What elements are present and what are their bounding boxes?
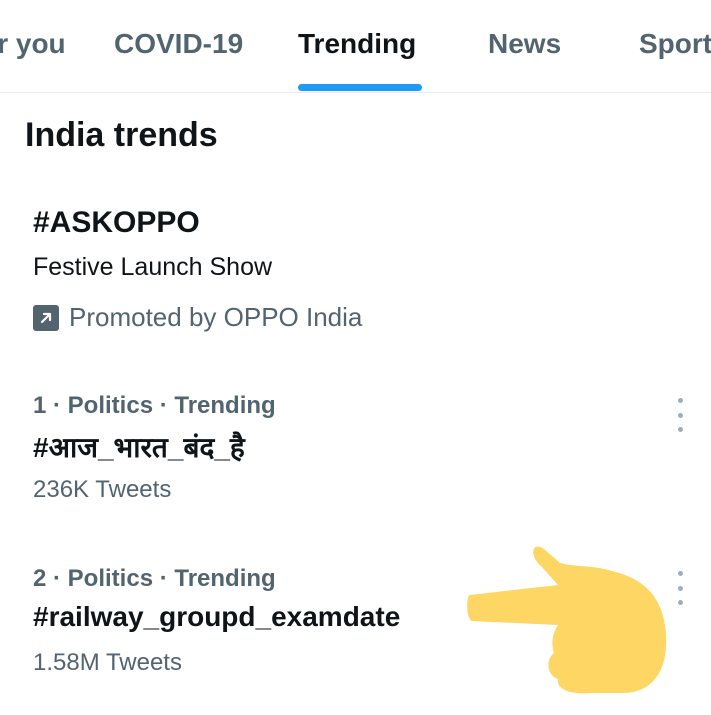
trend-hashtag[interactable]: #आज_भारत_बंद_है xyxy=(33,428,245,466)
promoted-trend[interactable]: #ASKOPPO Festive Launch Show Promoted by… xyxy=(0,206,711,336)
tab-for-you[interactable]: For you xyxy=(0,28,66,60)
promoted-arrow-icon xyxy=(33,304,59,331)
trend-meta: 1 · Politics · Trending xyxy=(33,392,276,419)
promoted-by-text: Promoted by OPPO India xyxy=(69,302,363,332)
tab-trending[interactable]: Trending xyxy=(298,28,416,60)
more-options-icon[interactable] xyxy=(672,571,688,605)
pointing-hand-emoji xyxy=(467,546,667,694)
section-title: India trends xyxy=(25,116,218,154)
trend-meta: 2 · Politics · Trending xyxy=(33,565,276,592)
trend-tweet-count: 236K Tweets xyxy=(33,476,172,503)
tab-covid-19[interactable]: COVID-19 xyxy=(114,28,243,60)
more-options-icon[interactable] xyxy=(672,398,688,432)
tab-sports[interactable]: Sports xyxy=(639,28,711,60)
promoted-by-line[interactable]: Promoted by OPPO India xyxy=(33,302,362,333)
tab-news[interactable]: News xyxy=(488,28,561,60)
promoted-subtitle: Festive Launch Show xyxy=(33,253,273,281)
promoted-hashtag[interactable]: #ASKOPPO xyxy=(33,206,200,240)
trend-hashtag[interactable]: #railway_groupd_examdate xyxy=(33,601,400,633)
active-tab-indicator xyxy=(298,84,422,91)
trend-tweet-count: 1.58M Tweets xyxy=(33,649,182,676)
top-tab-bar: For you COVID-19 Trending News Sports xyxy=(0,0,711,93)
trend-item-1[interactable]: 1 · Politics · Trending #आज_भारत_बंद_है … xyxy=(0,392,711,512)
